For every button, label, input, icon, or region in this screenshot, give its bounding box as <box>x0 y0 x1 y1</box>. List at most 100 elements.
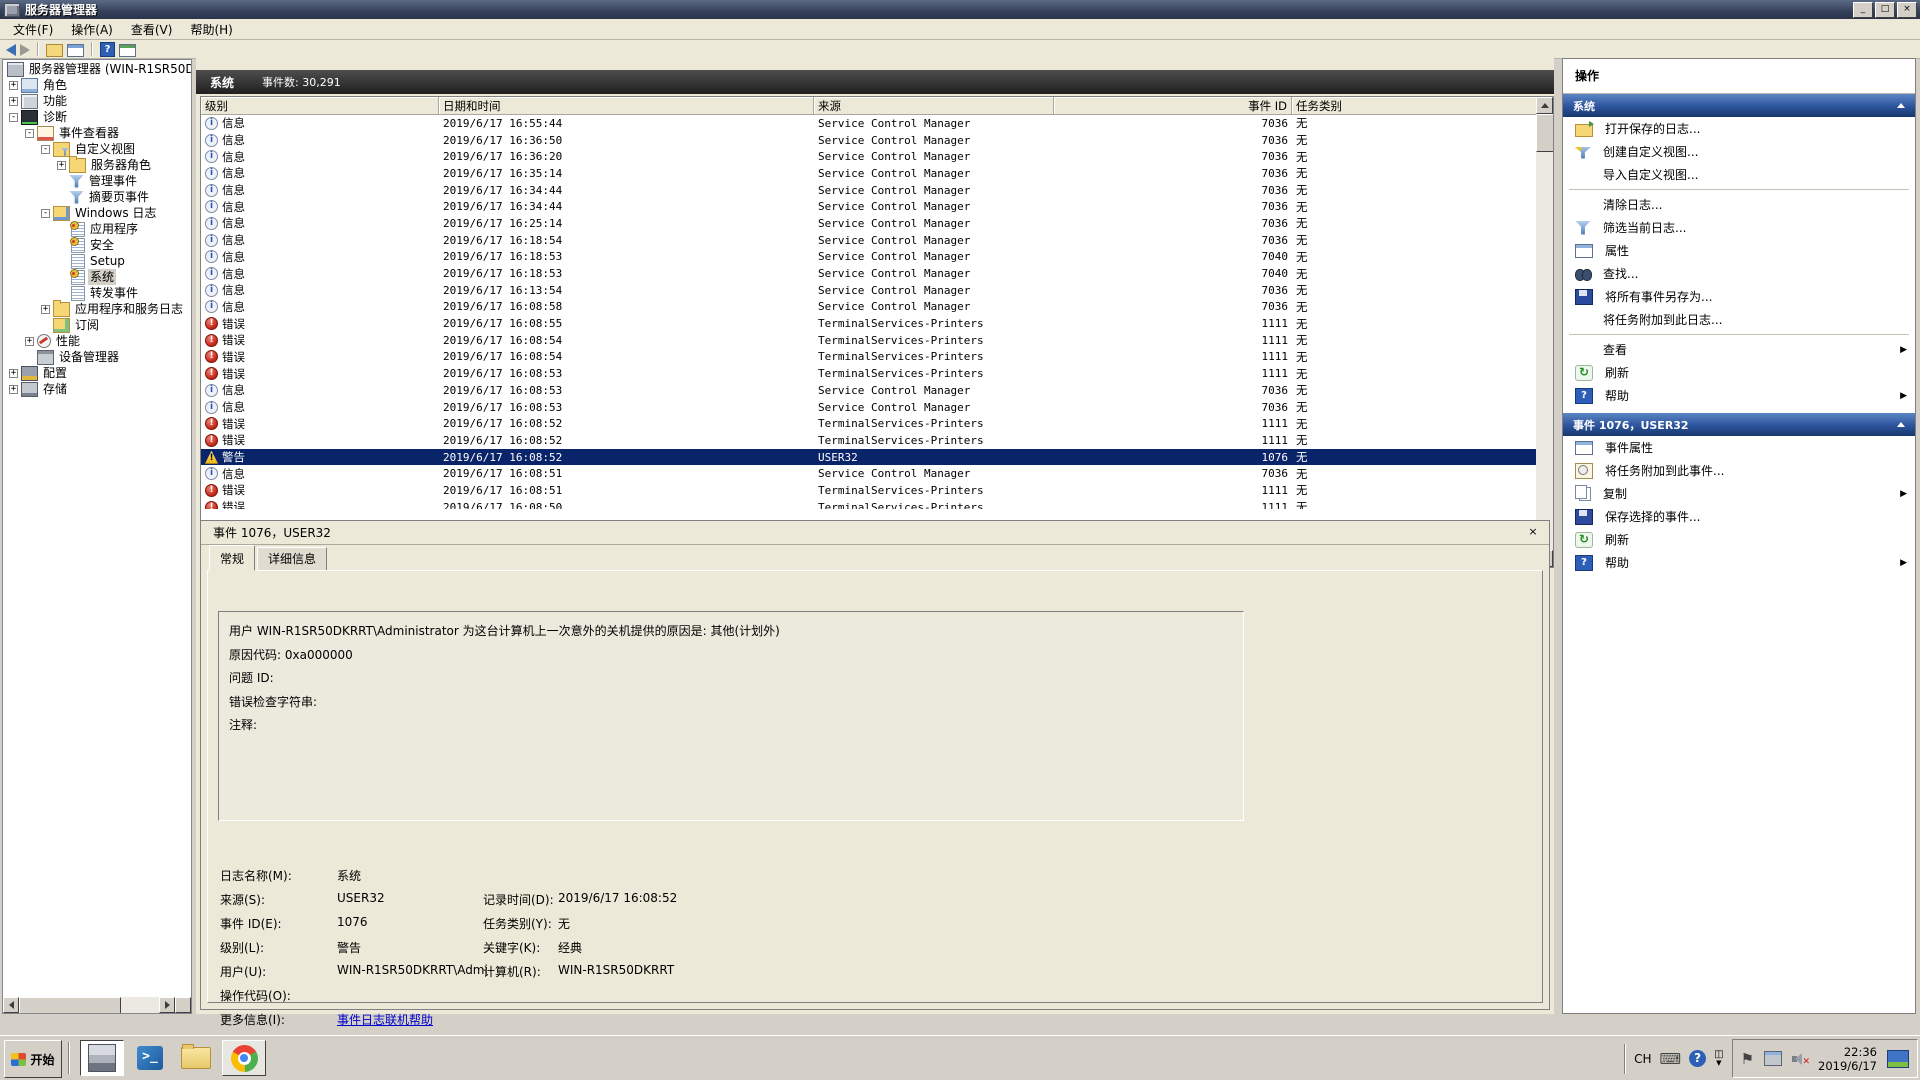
tree-item-apps-services-logs[interactable]: + 应用程序和服务日志 <box>3 301 191 317</box>
tree-expander[interactable]: + <box>57 161 66 170</box>
action-group-event-actions[interactable]: 事件 1076，USER32 <box>1563 413 1915 436</box>
restore-button[interactable]: □ <box>1875 2 1895 18</box>
action-pane-icon[interactable] <box>119 44 136 57</box>
action-find[interactable]: 查找... <box>1563 262 1915 285</box>
close-icon[interactable]: × <box>1525 525 1541 540</box>
tree-item-storage[interactable]: + 存储 <box>3 381 191 397</box>
action-refresh[interactable]: 刷新 <box>1563 528 1915 551</box>
tree-expander[interactable]: + <box>25 337 34 346</box>
tab-details[interactable]: 详细信息 <box>257 547 327 571</box>
event-row[interactable]: 错误 2019/6/17 16:08:52 TerminalServices-P… <box>201 415 1537 432</box>
back-icon[interactable] <box>6 44 16 56</box>
taskbar-button-powershell[interactable]: >_ <box>130 1040 170 1076</box>
event-row[interactable]: 信息 2019/6/17 16:34:44 Service Control Ma… <box>201 182 1537 199</box>
help-tray-icon[interactable]: ? <box>1689 1050 1706 1067</box>
event-row[interactable]: 信息 2019/6/17 16:25:14 Service Control Ma… <box>201 215 1537 232</box>
tree-item-forwarded-events[interactable]: 转发事件 <box>3 285 191 301</box>
action-clear-log[interactable]: 清除日志... <box>1563 193 1915 216</box>
event-row[interactable]: 警告 2019/6/17 16:08:52 USER32 1076 无 <box>201 449 1537 466</box>
keyboard-icon[interactable]: ⌨ <box>1659 1050 1681 1068</box>
flag-notification-icon[interactable]: ⚑ <box>1741 1050 1754 1068</box>
event-row[interactable]: 错误 2019/6/17 16:08:52 TerminalServices-P… <box>201 432 1537 449</box>
action-help[interactable]: 帮助 ▶ <box>1563 384 1915 407</box>
menu-action[interactable]: 操作(A) <box>62 19 122 40</box>
scroll-thumb[interactable] <box>1536 114 1554 152</box>
action-view[interactable]: 查看 ▶ <box>1563 338 1915 361</box>
tree-expander[interactable]: - <box>25 129 34 138</box>
event-row[interactable]: 信息 2019/6/17 16:08:51 Service Control Ma… <box>201 465 1537 482</box>
event-row[interactable]: 信息 2019/6/17 16:08:58 Service Control Ma… <box>201 299 1537 316</box>
start-button[interactable]: 开始 <box>4 1040 62 1078</box>
event-row[interactable]: 错误 2019/6/17 16:08:54 TerminalServices-P… <box>201 349 1537 366</box>
scroll-up-button[interactable] <box>1536 97 1553 114</box>
network-icon[interactable] <box>1764 1051 1782 1066</box>
tree-item-diagnostics[interactable]: - 诊断 <box>3 109 191 125</box>
column-header-2[interactable]: 来源 <box>814 97 1054 115</box>
tree-item-roles[interactable]: + 角色 <box>3 77 191 93</box>
tree-item-summary-events[interactable]: 摘要页事件 <box>3 189 191 205</box>
action-open-saved-log[interactable]: 打开保存的日志... <box>1563 117 1915 140</box>
event-row[interactable]: 信息 2019/6/17 16:34:44 Service Control Ma… <box>201 198 1537 215</box>
taskbar-button-server-manager[interactable] <box>80 1040 124 1076</box>
tree-expander[interactable]: + <box>9 97 18 106</box>
action-save-all-events-as[interactable]: 将所有事件另存为... <box>1563 285 1915 308</box>
event-row[interactable]: 信息 2019/6/17 16:08:53 Service Control Ma… <box>201 399 1537 416</box>
action-attach-task-to-event[interactable]: 将任务附加到此事件... <box>1563 459 1915 482</box>
tree-item-device-manager[interactable]: 设备管理器 <box>3 349 191 365</box>
tree-horizontal-scrollbar[interactable] <box>3 997 191 1013</box>
scroll-right-button[interactable] <box>159 997 175 1013</box>
event-row[interactable]: 错误 2019/6/17 16:08:55 TerminalServices-P… <box>201 315 1537 332</box>
tree-item-performance[interactable]: + 性能 <box>3 333 191 349</box>
help-icon[interactable]: ? <box>100 42 115 57</box>
event-row[interactable]: 信息 2019/6/17 16:18:53 Service Control Ma… <box>201 265 1537 282</box>
taskbar-button-explorer[interactable] <box>176 1040 216 1076</box>
tab-general[interactable]: 常规 <box>209 545 255 571</box>
restore-pane-icon[interactable]: ◫▼ <box>1714 1051 1723 1067</box>
event-list-scrollbar[interactable] <box>1536 97 1553 567</box>
tree-item-admin-events[interactable]: 管理事件 <box>3 173 191 189</box>
action-save-selected-events[interactable]: 保存选择的事件... <box>1563 505 1915 528</box>
tree-item-subscriptions[interactable]: 订阅 <box>3 317 191 333</box>
action-filter-current-log[interactable]: 筛选当前日志... <box>1563 216 1915 239</box>
speaker-muted-icon[interactable]: ✕ <box>1792 1052 1808 1066</box>
column-header-1[interactable]: 日期和时间 <box>439 97 814 115</box>
taskbar-clock[interactable]: 22:36 2019/6/17 <box>1818 1045 1877 1073</box>
console-tree-icon[interactable] <box>67 44 84 57</box>
close-button[interactable]: × <box>1897 2 1917 18</box>
action-refresh[interactable]: 刷新 <box>1563 361 1915 384</box>
tree-expander[interactable]: + <box>9 81 18 90</box>
event-row[interactable]: 信息 2019/6/17 16:18:53 Service Control Ma… <box>201 249 1537 266</box>
menu-file[interactable]: 文件(F) <box>4 19 62 40</box>
event-row[interactable]: 信息 2019/6/17 16:08:53 Service Control Ma… <box>201 382 1537 399</box>
tree-item-windows-logs[interactable]: - Windows 日志 <box>3 205 191 221</box>
event-row[interactable]: 信息 2019/6/17 16:18:54 Service Control Ma… <box>201 232 1537 249</box>
column-header-3[interactable]: 事件 ID <box>1054 97 1292 115</box>
show-desktop-icon[interactable] <box>1887 1050 1909 1068</box>
event-row[interactable]: 信息 2019/6/17 16:36:50 Service Control Ma… <box>201 132 1537 149</box>
tree-expander[interactable]: - <box>41 145 50 154</box>
event-row[interactable]: 错误 2019/6/17 16:08:50 TerminalServices-P… <box>201 499 1537 509</box>
event-row[interactable]: 信息 2019/6/17 16:13:54 Service Control Ma… <box>201 282 1537 299</box>
event-row[interactable]: 错误 2019/6/17 16:08:53 TerminalServices-P… <box>201 365 1537 382</box>
event-row[interactable]: 信息 2019/6/17 16:36:20 Service Control Ma… <box>201 148 1537 165</box>
action-help[interactable]: 帮助 ▶ <box>1563 551 1915 574</box>
action-copy[interactable]: 复制 ▶ <box>1563 482 1915 505</box>
action-group-system-log-actions[interactable]: 系统 <box>1563 94 1915 117</box>
scroll-left-button[interactable] <box>3 997 19 1013</box>
forward-icon[interactable] <box>20 44 30 56</box>
scroll-thumb[interactable] <box>19 997 121 1014</box>
tree-item-custom-views[interactable]: - 自定义视图 <box>3 141 191 157</box>
tree-expander[interactable]: - <box>9 113 18 122</box>
tree-expander[interactable]: + <box>41 305 50 314</box>
tree-item-configuration[interactable]: + 配置 <box>3 365 191 381</box>
event-log-online-help-link[interactable]: 事件日志联机帮助 <box>337 1011 433 1028</box>
tree-item-event-viewer[interactable]: - 事件查看器 <box>3 125 191 141</box>
action-attach-task-to-log[interactable]: 将任务附加到此日志... <box>1563 308 1915 331</box>
event-row[interactable]: 信息 2019/6/17 16:35:14 Service Control Ma… <box>201 165 1537 182</box>
menu-help[interactable]: 帮助(H) <box>181 19 241 40</box>
event-row[interactable]: 信息 2019/6/17 16:55:44 Service Control Ma… <box>201 115 1537 132</box>
action-create-custom-view[interactable]: 创建自定义视图... <box>1563 140 1915 163</box>
minimize-button[interactable]: _ <box>1853 2 1873 18</box>
event-row[interactable]: 错误 2019/6/17 16:08:54 TerminalServices-P… <box>201 332 1537 349</box>
tree-item-system-log[interactable]: 系统 <box>3 269 191 285</box>
